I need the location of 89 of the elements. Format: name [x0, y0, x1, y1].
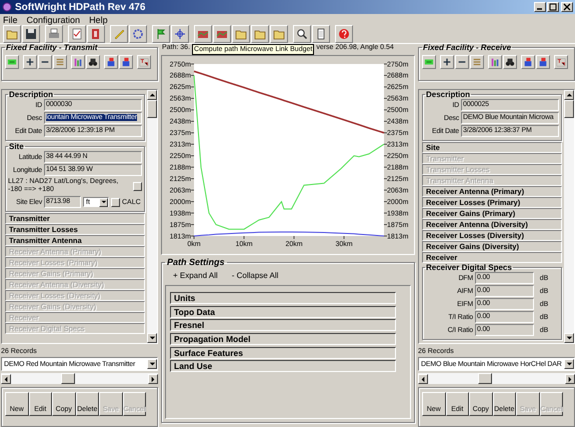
link-icon	[7, 57, 17, 67]
transfer-icon	[106, 57, 116, 67]
close-icon	[563, 3, 571, 11]
checklist-icon	[71, 28, 83, 40]
toolbar-button[interactable]	[129, 25, 147, 43]
folder-icon	[254, 28, 266, 40]
toolbar-button[interactable]	[455, 55, 469, 69]
section-header[interactable]: Propagation Model	[170, 333, 396, 346]
door-icon	[90, 28, 102, 40]
minimize-button[interactable]	[534, 2, 546, 12]
link-icon	[424, 57, 434, 67]
scrollbar-thumb[interactable]	[61, 373, 75, 384]
toolbar-button[interactable]	[312, 25, 330, 43]
group-title: Site	[8, 142, 25, 151]
help-icon	[338, 28, 350, 40]
group-title: Description	[425, 90, 472, 99]
toolbar-button[interactable]	[293, 25, 311, 43]
section-header[interactable]: Units	[170, 292, 396, 304]
menu-item[interactable]: Configuration	[26, 14, 80, 24]
vertical-scrollbar[interactable]	[147, 90, 157, 344]
letters-icon	[556, 57, 566, 67]
bar-chart-icon	[73, 57, 83, 67]
close-button[interactable]	[561, 2, 573, 12]
toolbar-button[interactable]	[119, 55, 133, 69]
toolbar-button[interactable]	[23, 55, 37, 69]
scrollbar-thumb[interactable]	[478, 373, 492, 384]
group-title: Description	[8, 90, 54, 99]
toolbar-button[interactable]	[137, 55, 151, 69]
maximize-button[interactable]	[547, 2, 559, 12]
scrollbar-thumb[interactable]	[147, 100, 157, 118]
bar-chart-icon	[490, 57, 500, 67]
left-arrow-icon	[2, 374, 10, 383]
search-icon	[296, 28, 308, 40]
plus-icon	[25, 57, 35, 67]
toolbar-button[interactable]	[104, 55, 118, 69]
blank-button[interactable]	[133, 182, 142, 191]
collapse-all-link[interactable]: - Collapse All	[232, 270, 278, 280]
toolbar-button[interactable]	[171, 25, 189, 43]
crosshair-icon	[174, 28, 186, 40]
map-icon	[197, 28, 209, 40]
toolbar-button[interactable]	[38, 55, 52, 69]
binoculars-icon	[88, 57, 98, 67]
section-header[interactable]: Land Use	[170, 360, 396, 372]
window-title: SoftWright HDPath Rev 476	[15, 2, 146, 12]
pencil-icon	[113, 28, 125, 40]
toolbar-button[interactable]	[536, 55, 550, 69]
plus-icon	[442, 57, 452, 67]
printer-icon	[48, 28, 60, 40]
transfer-icon	[121, 57, 131, 67]
section-header[interactable]: Surface Features	[170, 346, 396, 359]
list-icon	[472, 57, 482, 67]
transfer-icon	[538, 57, 548, 67]
floppy-icon	[25, 28, 37, 40]
blank-button[interactable]	[111, 198, 120, 207]
toolbar-button[interactable]	[86, 55, 100, 69]
folder-icon	[6, 28, 18, 40]
menu-item[interactable]: File	[3, 14, 18, 24]
group-title: Fixed Facility - Receive	[422, 44, 512, 52]
expand-all-link[interactable]: + Expand All	[173, 270, 218, 280]
scrollbar-thumb[interactable]	[564, 100, 574, 118]
horizontal-scrollbar[interactable]	[418, 373, 575, 384]
page-icon	[315, 28, 327, 40]
toolbar-button[interactable]	[440, 55, 454, 69]
binoculars-icon	[505, 57, 515, 67]
right-arrow-icon	[149, 374, 157, 383]
maximize-icon	[549, 3, 557, 11]
horizontal-scrollbar[interactable]	[1, 373, 158, 384]
toolbar-button[interactable]	[503, 55, 517, 69]
flag-icon	[155, 28, 167, 40]
right-arrow-icon	[566, 374, 574, 383]
letters-icon	[139, 57, 149, 67]
gear-icon	[132, 28, 144, 40]
map-icon	[216, 28, 228, 40]
toolbar-button[interactable]	[22, 25, 40, 43]
group-title: Fixed Facility - Transmit	[5, 44, 98, 52]
section-header[interactable]: Topo Data	[170, 306, 396, 318]
group-title: Receiver Digital Specs	[425, 262, 513, 272]
group-title: Path Settings	[166, 257, 226, 267]
section-header[interactable]: Fresnel	[170, 319, 396, 332]
transfer-icon	[523, 57, 533, 67]
app-icon	[2, 2, 12, 12]
folder-icon	[273, 28, 285, 40]
folder-icon	[235, 28, 247, 40]
left-arrow-icon	[419, 374, 427, 383]
toolbar-button[interactable]	[521, 55, 535, 69]
vertical-scrollbar[interactable]	[564, 90, 574, 344]
list-icon	[55, 57, 65, 67]
menu-item[interactable]: Help	[89, 14, 108, 24]
toolbar-button[interactable]	[554, 55, 568, 69]
